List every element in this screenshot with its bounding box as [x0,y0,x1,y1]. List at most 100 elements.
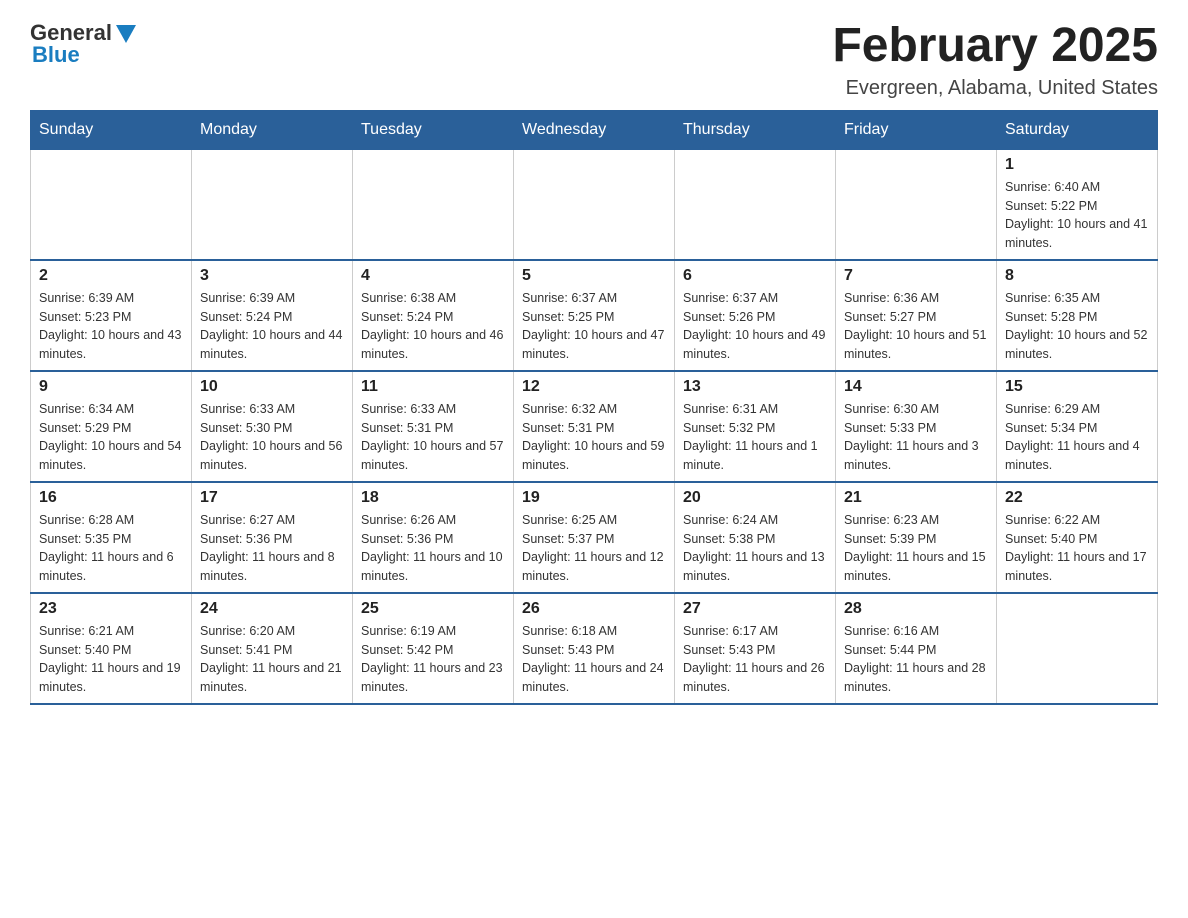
day-number: 25 [361,600,505,618]
calendar-cell: 19 Sunrise: 6:25 AMSunset: 5:37 PMDayligh… [514,482,675,593]
calendar-cell [192,149,353,260]
day-info: Sunrise: 6:35 AMSunset: 5:28 PMDaylight:… [1005,289,1149,364]
day-info: Sunrise: 6:33 AMSunset: 5:31 PMDaylight:… [361,400,505,475]
day-info: Sunrise: 6:25 AMSunset: 5:37 PMDaylight:… [522,511,666,586]
calendar-cell: 23 Sunrise: 6:21 AMSunset: 5:40 PMDayligh… [31,593,192,704]
calendar-cell: 2 Sunrise: 6:39 AMSunset: 5:23 PMDaylight… [31,260,192,371]
weekday-header-wednesday: Wednesday [514,110,675,149]
calendar-cell: 17 Sunrise: 6:27 AMSunset: 5:36 PMDayligh… [192,482,353,593]
weekday-header-row: SundayMondayTuesdayWednesdayThursdayFrid… [31,110,1158,149]
day-number: 12 [522,378,666,396]
day-info: Sunrise: 6:24 AMSunset: 5:38 PMDaylight:… [683,511,827,586]
day-info: Sunrise: 6:16 AMSunset: 5:44 PMDaylight:… [844,622,988,697]
weekday-header-monday: Monday [192,110,353,149]
day-info: Sunrise: 6:32 AMSunset: 5:31 PMDaylight:… [522,400,666,475]
calendar-cell: 14 Sunrise: 6:30 AMSunset: 5:33 PMDayligh… [836,371,997,482]
calendar-cell: 16 Sunrise: 6:28 AMSunset: 5:35 PMDayligh… [31,482,192,593]
calendar-week-row: 23 Sunrise: 6:21 AMSunset: 5:40 PMDayligh… [31,593,1158,704]
day-info: Sunrise: 6:21 AMSunset: 5:40 PMDaylight:… [39,622,183,697]
day-info: Sunrise: 6:30 AMSunset: 5:33 PMDaylight:… [844,400,988,475]
calendar-cell [514,149,675,260]
day-info: Sunrise: 6:33 AMSunset: 5:30 PMDaylight:… [200,400,344,475]
day-number: 18 [361,489,505,507]
day-number: 27 [683,600,827,618]
day-number: 6 [683,267,827,285]
day-number: 24 [200,600,344,618]
calendar-cell: 9Sunrise: 6:34 AMSunset: 5:29 PMDaylight… [31,371,192,482]
day-info: Sunrise: 6:36 AMSunset: 5:27 PMDaylight:… [844,289,988,364]
day-info: Sunrise: 6:37 AMSunset: 5:25 PMDaylight:… [522,289,666,364]
calendar-cell: 6 Sunrise: 6:37 AMSunset: 5:26 PMDaylight… [675,260,836,371]
calendar-cell: 15Sunrise: 6:29 AMSunset: 5:34 PMDayligh… [997,371,1158,482]
day-info: Sunrise: 6:39 AMSunset: 5:24 PMDaylight:… [200,289,344,364]
calendar-week-row: 16 Sunrise: 6:28 AMSunset: 5:35 PMDayligh… [31,482,1158,593]
calendar-cell: 5 Sunrise: 6:37 AMSunset: 5:25 PMDaylight… [514,260,675,371]
day-number: 17 [200,489,344,507]
weekday-header-tuesday: Tuesday [353,110,514,149]
day-info: Sunrise: 6:28 AMSunset: 5:35 PMDaylight:… [39,511,183,586]
day-number: 16 [39,489,183,507]
day-info: Sunrise: 6:26 AMSunset: 5:36 PMDaylight:… [361,511,505,586]
day-number: 14 [844,378,988,396]
day-info: Sunrise: 6:40 AMSunset: 5:22 PMDaylight:… [1005,178,1149,253]
day-number: 8 [1005,267,1149,285]
calendar-cell: 22 Sunrise: 6:22 AMSunset: 5:40 PMDayligh… [997,482,1158,593]
calendar-table: SundayMondayTuesdayWednesdayThursdayFrid… [30,110,1158,705]
calendar-cell: 25 Sunrise: 6:19 AMSunset: 5:42 PMDayligh… [353,593,514,704]
day-number: 1 [1005,156,1149,174]
calendar-cell: 7 Sunrise: 6:36 AMSunset: 5:27 PMDaylight… [836,260,997,371]
logo-blue-text: Blue [32,42,80,68]
calendar-cell [31,149,192,260]
day-number: 20 [683,489,827,507]
day-number: 7 [844,267,988,285]
month-title: February 2025 [832,20,1158,73]
day-number: 21 [844,489,988,507]
page-header: General Blue February 2025 Evergreen, Al… [30,20,1158,100]
day-number: 11 [361,378,505,396]
logo: General Blue [30,20,136,68]
day-number: 19 [522,489,666,507]
day-number: 23 [39,600,183,618]
calendar-cell [675,149,836,260]
calendar-cell: 1 Sunrise: 6:40 AMSunset: 5:22 PMDaylight… [997,149,1158,260]
day-info: Sunrise: 6:38 AMSunset: 5:24 PMDaylight:… [361,289,505,364]
calendar-cell [353,149,514,260]
calendar-cell: 27 Sunrise: 6:17 AMSunset: 5:43 PMDayligh… [675,593,836,704]
day-info: Sunrise: 6:37 AMSunset: 5:26 PMDaylight:… [683,289,827,364]
day-number: 15 [1005,378,1149,396]
weekday-header-thursday: Thursday [675,110,836,149]
calendar-cell: 13Sunrise: 6:31 AMSunset: 5:32 PMDayligh… [675,371,836,482]
calendar-cell: 10 Sunrise: 6:33 AMSunset: 5:30 PMDayligh… [192,371,353,482]
calendar-week-row: 1 Sunrise: 6:40 AMSunset: 5:22 PMDaylight… [31,149,1158,260]
day-info: Sunrise: 6:18 AMSunset: 5:43 PMDaylight:… [522,622,666,697]
day-info: Sunrise: 6:39 AMSunset: 5:23 PMDaylight:… [39,289,183,364]
calendar-cell: 11 Sunrise: 6:33 AMSunset: 5:31 PMDayligh… [353,371,514,482]
calendar-cell [836,149,997,260]
day-info: Sunrise: 6:17 AMSunset: 5:43 PMDaylight:… [683,622,827,697]
day-number: 4 [361,267,505,285]
day-info: Sunrise: 6:22 AMSunset: 5:40 PMDaylight:… [1005,511,1149,586]
day-info: Sunrise: 6:19 AMSunset: 5:42 PMDaylight:… [361,622,505,697]
day-info: Sunrise: 6:20 AMSunset: 5:41 PMDaylight:… [200,622,344,697]
day-number: 22 [1005,489,1149,507]
calendar-cell [997,593,1158,704]
day-number: 10 [200,378,344,396]
calendar-cell: 18 Sunrise: 6:26 AMSunset: 5:36 PMDayligh… [353,482,514,593]
calendar-cell: 24 Sunrise: 6:20 AMSunset: 5:41 PMDayligh… [192,593,353,704]
day-number: 26 [522,600,666,618]
day-number: 2 [39,267,183,285]
calendar-cell: 28 Sunrise: 6:16 AMSunset: 5:44 PMDayligh… [836,593,997,704]
day-number: 28 [844,600,988,618]
location-subtitle: Evergreen, Alabama, United States [832,77,1158,100]
day-info: Sunrise: 6:23 AMSunset: 5:39 PMDaylight:… [844,511,988,586]
calendar-week-row: 9Sunrise: 6:34 AMSunset: 5:29 PMDaylight… [31,371,1158,482]
weekday-header-friday: Friday [836,110,997,149]
day-info: Sunrise: 6:27 AMSunset: 5:36 PMDaylight:… [200,511,344,586]
calendar-cell: 12 Sunrise: 6:32 AMSunset: 5:31 PMDayligh… [514,371,675,482]
calendar-cell: 20 Sunrise: 6:24 AMSunset: 5:38 PMDayligh… [675,482,836,593]
calendar-cell: 21 Sunrise: 6:23 AMSunset: 5:39 PMDayligh… [836,482,997,593]
day-number: 5 [522,267,666,285]
calendar-cell: 26 Sunrise: 6:18 AMSunset: 5:43 PMDayligh… [514,593,675,704]
weekday-header-saturday: Saturday [997,110,1158,149]
day-info: Sunrise: 6:34 AMSunset: 5:29 PMDaylight:… [39,400,183,475]
